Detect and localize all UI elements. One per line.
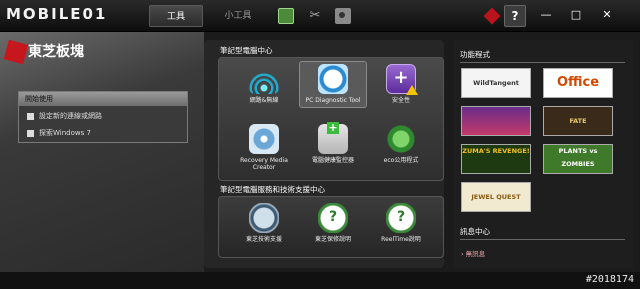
tile-recovery-media[interactable]: Recovery Media Creator [230,124,298,171]
game-jewel-quest[interactable]: JEWEL QUEST [461,182,531,212]
start-item-network[interactable]: 設定新的連線或網路 [19,109,187,123]
tile-label: 東芝保修說明 [314,236,351,243]
health-monitor-icon [318,122,348,154]
game-zumas-revenge[interactable]: ZUMA'S REVENGE! [461,144,531,174]
tile-label: 電腦健康監控器 [311,157,354,164]
news-title: 訊息中心 [460,227,490,236]
help-icon [386,203,416,233]
tile-eco[interactable]: eco公用程式 [367,124,435,164]
tile-warranty-help[interactable]: 東芝保修說明 [299,203,367,243]
watermark: #2018174 [585,274,634,285]
checkbox-icon [27,129,34,137]
tile-network[interactable]: 網路&無線 [230,64,298,104]
laptop-center-panel: 筆記型電腦中心 網路&無線 PC Diagnostic Tool 安全性 Rec… [204,40,444,268]
tile-label: 東芝技術支援 [245,236,282,243]
tab-gadgets[interactable]: 小工具 [212,5,264,27]
game-office[interactable]: Office [543,68,613,98]
tile-label: 網路&無線 [249,97,279,104]
diagnostic-icon [318,64,348,94]
camera-icon[interactable] [335,8,351,24]
tile-label: ReelTime說明 [381,236,421,243]
laptop-tools-grid: 網路&無線 PC Diagnostic Tool 安全性 Recovery Me… [218,57,444,181]
help-button[interactable]: ? [504,5,526,27]
support-grid: 東芝技術支援 東芝保修說明 ReelTime說明 [218,196,444,258]
apps-title: 功能程式 [460,50,490,59]
news-link-label: 無訊息 [465,250,486,258]
maximize-button[interactable]: □ [566,5,586,25]
game-wildtangent[interactable]: WildTangent Games [461,68,531,98]
logo: MOBILE01 [6,5,108,23]
tile-pc-diagnostic[interactable]: PC Diagnostic Tool [299,61,367,108]
warning-icon [406,85,418,95]
checkbox-icon [27,112,34,120]
brand-title: 東芝板塊 [28,44,84,60]
section-title-support: 筆記型電腦服務和技術支援中心 [220,185,325,194]
game-bejeweled[interactable] [461,106,531,136]
section-title-laptop-center: 筆記型電腦中心 [220,46,273,55]
brand-logo-icon [3,39,29,65]
minimize-button[interactable]: — [536,5,556,25]
tab-tools[interactable]: 工具 [149,5,203,27]
security-icon [386,64,418,95]
globe-icon [249,203,279,233]
tile-label: 安全性 [391,97,410,104]
tile-reeltime-help[interactable]: ReelTime說明 [367,203,435,243]
divider [460,62,625,63]
scissors-icon[interactable]: ✂ [307,8,323,24]
bottom-bar: #2018174 [0,272,640,289]
help-icon [318,203,348,233]
disc-icon [249,124,279,154]
game-fate[interactable]: FATE [543,106,613,136]
tile-label: eco公用程式 [383,157,419,164]
tile-label: Recovery Media Creator [240,157,288,171]
news-link[interactable]: › 無訊息 [461,248,485,258]
getting-started-title: 開始使用 [19,92,187,106]
green-tool-icon[interactable] [278,8,294,24]
tile-label: PC Diagnostic Tool [305,97,361,104]
eco-icon [386,124,416,154]
wifi-icon [249,64,279,94]
toshiba-diamond-icon [483,7,501,25]
divider [460,239,625,240]
tile-security[interactable]: 安全性 [367,64,435,104]
tile-tech-support[interactable]: 東芝技術支援 [230,203,298,243]
left-pane: 東芝板塊 開始使用 設定新的連線或網路 探索Windows 7 [0,32,204,272]
tile-health-monitor[interactable]: 電腦健康監控器 [299,122,367,164]
start-item-label: 探索Windows 7 [39,129,91,137]
top-bar: MOBILE01 工具 小工具 ✂ ? — □ ✕ [0,0,640,32]
getting-started-box: 開始使用 設定新的連線或網路 探索Windows 7 [18,91,188,143]
start-item-label: 設定新的連線或網路 [39,112,102,120]
start-item-windows7[interactable]: 探索Windows 7 [19,126,187,140]
close-button[interactable]: ✕ [597,5,617,25]
game-plants-vs-zombies[interactable]: PLANTS vs ZOMBIES [543,144,613,174]
apps-panel: 功能程式 WildTangent Games Office FATE ZUMA'… [453,40,633,268]
